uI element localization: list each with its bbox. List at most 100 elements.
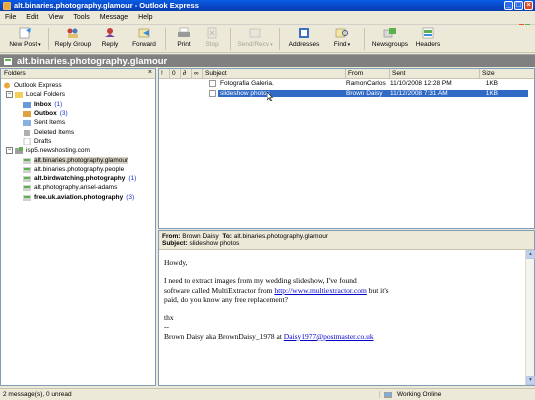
menu-help[interactable]: Help xyxy=(138,14,152,21)
maximize-button[interactable]: □ xyxy=(514,1,523,10)
find-label: Find xyxy=(333,41,347,48)
tree-item-news-server[interactable]: − isp5.newshosting.com xyxy=(1,146,155,155)
newsgroups-button[interactable]: Newsgroups xyxy=(369,25,411,53)
tree-item-inbox[interactable]: Inbox (1) xyxy=(1,100,155,109)
find-button[interactable]: Find▾ xyxy=(324,25,360,53)
reply-button[interactable]: Reply xyxy=(93,25,127,53)
menu-bar: File Edit View Tools Message Help xyxy=(0,11,535,34)
tree-item-newsgroup[interactable]: free.uk.aviation.photography (3) xyxy=(1,193,155,202)
find-icon xyxy=(335,28,348,38)
send-recv-button[interactable]: Send/Recv▾ xyxy=(235,25,275,53)
preview-pane: From: Brown Daisy To: alt.binaries.photo… xyxy=(158,230,535,386)
message-row-selected[interactable]: slideshow photos Brown Daisy 11/12/2008 … xyxy=(159,89,534,99)
tree-item-newsgroup[interactable]: alt.birdwatching.photography (1) xyxy=(1,174,155,183)
scroll-up-icon[interactable]: ▲ xyxy=(526,250,535,259)
outlook-express-icon xyxy=(3,1,11,10)
folders-header: Folders × xyxy=(1,69,155,79)
body-paragraph: I need to extract images from my wedding… xyxy=(164,276,389,304)
message-from: Brown Daisy xyxy=(344,89,388,97)
message-list: ! 0 ∂ ∞ Subject From Sent Size Fotografi… xyxy=(158,68,535,229)
col-flag[interactable]: ∂ xyxy=(181,69,192,78)
address-book-icon xyxy=(299,28,309,38)
send-receive-icon xyxy=(249,28,261,38)
minimize-button[interactable]: _ xyxy=(504,1,513,10)
scroll-down-icon[interactable]: ▼ xyxy=(526,376,535,385)
status-bar: 2 message(s), 0 unread Working Online xyxy=(0,388,535,400)
col-priority[interactable]: ! xyxy=(159,69,170,78)
to-label: To: xyxy=(222,233,232,240)
forward-icon xyxy=(138,28,150,38)
preview-header: From: Brown Daisy To: alt.binaries.photo… xyxy=(159,231,534,250)
preview-subject: slideshow photos xyxy=(189,240,240,247)
newsgroups-label: Newsgroups xyxy=(371,41,409,48)
send-recv-label: Send/Recv xyxy=(237,41,270,48)
message-row[interactable]: Fotografia Galeria. RamonCarlos 11/10/20… xyxy=(159,79,534,89)
message-icon xyxy=(209,89,216,97)
email-link[interactable]: Daisy1977@postmaster.co.uk xyxy=(284,332,374,341)
stop-button[interactable]: Stop xyxy=(198,25,226,53)
window-title: alt.binaries.photography.glamour - Outlo… xyxy=(14,1,199,10)
toolbar-separator xyxy=(364,28,365,50)
trash-icon xyxy=(24,129,30,136)
priority-icon: ! xyxy=(161,70,163,77)
close-button[interactable]: × xyxy=(524,1,533,10)
ignore-icon: ∞ xyxy=(194,70,199,77)
newsgroups-icon xyxy=(383,28,396,38)
headers-button[interactable]: Headers xyxy=(411,25,445,53)
toolbar-separator xyxy=(279,28,280,50)
banner-title: alt.binaries.photography.glamour xyxy=(17,55,168,67)
tree-item-outlook-express[interactable]: Outlook Express xyxy=(1,81,155,90)
message-icon xyxy=(209,80,216,88)
print-button[interactable]: Print xyxy=(170,25,198,53)
menu-file[interactable]: File xyxy=(5,14,16,21)
mouse-cursor-icon xyxy=(267,92,273,101)
preview-from: Brown Daisy xyxy=(182,233,219,240)
menu-tools[interactable]: Tools xyxy=(73,14,89,21)
newsgroup-icon xyxy=(23,194,31,201)
tree-item-local-folders[interactable]: − Local Folders xyxy=(1,90,155,99)
new-post-button[interactable]: New Post▾ xyxy=(6,25,44,53)
tree-item-sent-items[interactable]: Sent Items xyxy=(1,118,155,127)
collapse-icon[interactable]: − xyxy=(6,91,13,99)
col-sent[interactable]: Sent xyxy=(390,69,480,78)
tree-item-newsgroup[interactable]: alt.binaries.photography.people xyxy=(1,165,155,174)
col-attachment[interactable]: 0 xyxy=(170,69,181,78)
menu-message[interactable]: Message xyxy=(100,14,128,21)
tree-item-drafts[interactable]: Drafts xyxy=(1,137,155,146)
outlook-express-icon xyxy=(4,82,10,89)
menu-view[interactable]: View xyxy=(48,14,63,21)
unread-count: (3) xyxy=(59,110,68,118)
reply-group-button[interactable]: Reply Group xyxy=(53,25,93,53)
multiextractor-link[interactable]: http://www.multiextractor.com xyxy=(274,286,366,295)
menu-edit[interactable]: Edit xyxy=(26,14,38,21)
newsgroup-icon xyxy=(23,157,31,164)
preview-scrollbar[interactable]: ▲ ▼ xyxy=(525,250,535,385)
addresses-button[interactable]: Addresses xyxy=(284,25,324,53)
folders-close-icon[interactable]: × xyxy=(148,69,152,76)
forward-button[interactable]: Forward xyxy=(127,25,161,53)
reply-group-icon xyxy=(67,28,78,38)
reply-icon xyxy=(105,28,115,37)
newsgroup-icon xyxy=(23,166,31,173)
tree-item-newsgroup[interactable]: alt.binaries.photography.glamour xyxy=(1,155,155,164)
from-label: From: xyxy=(162,233,181,240)
message-subject: Fotografia Galeria. xyxy=(220,80,274,88)
folders-pane: Folders × Outlook Express − Local Folder… xyxy=(0,68,156,386)
outbox-icon xyxy=(23,111,31,118)
message-subject: slideshow photos xyxy=(218,89,344,97)
col-subject[interactable]: Subject xyxy=(203,69,346,78)
col-from[interactable]: From xyxy=(346,69,390,78)
new-post-icon xyxy=(19,27,31,39)
tree-item-outbox[interactable]: Outbox (3) xyxy=(1,109,155,118)
message-size: 1KB xyxy=(485,80,498,88)
tree-item-newsgroup[interactable]: alt.photography.ansel-adams xyxy=(1,183,155,192)
status-message-count: 2 message(s), 0 unread xyxy=(0,391,380,398)
stop-icon xyxy=(207,27,217,39)
tree-item-deleted-items[interactable]: Deleted Items xyxy=(1,127,155,136)
toolbar-separator xyxy=(165,28,166,50)
collapse-icon[interactable]: − xyxy=(6,147,13,155)
folder-icon xyxy=(15,92,23,99)
col-size[interactable]: Size xyxy=(480,69,530,78)
print-label: Print xyxy=(177,41,191,48)
col-watch[interactable]: ∞ xyxy=(192,69,203,78)
